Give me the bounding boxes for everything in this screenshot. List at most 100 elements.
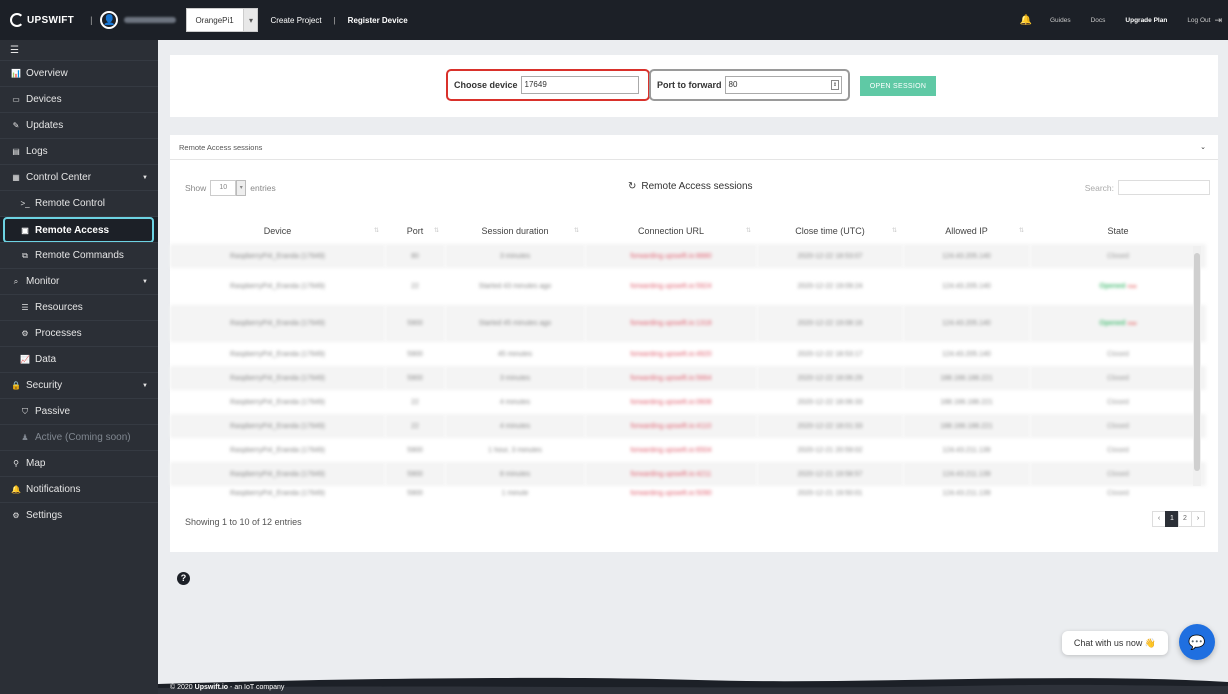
table-row[interactable]: RaspberryPi4_Eranda (17649) 5900 Started 4… — [170, 305, 1206, 342]
choose-device-field: Choose device 17649 — [446, 69, 650, 101]
sidebar-item-resources[interactable]: ☰ Resources — [0, 294, 158, 320]
page-button[interactable]: 1 — [1165, 511, 1179, 527]
cell-ip: 124.43.205.140 — [942, 350, 991, 358]
column-header[interactable]: Connection URL ⇅ — [585, 218, 757, 244]
table-row[interactable]: RaspberryPi4_Eranda (17649) 22 4 minutes fo… — [170, 414, 1206, 438]
sort-icon[interactable]: ⇅ — [1019, 227, 1024, 234]
user-icon[interactable]: 👤 — [100, 11, 119, 29]
sidebar-item-label: Resources — [35, 302, 83, 313]
table-row[interactable]: RaspberryPi4_Eranda (17649) 5900 3 minutes… — [170, 366, 1206, 390]
sidebar-item-remote-commands[interactable]: ⧉ Remote Commands — [0, 242, 158, 268]
create-project-link[interactable]: Create Project — [270, 16, 321, 25]
choose-device-input[interactable]: 17649 — [520, 76, 639, 94]
port-input[interactable]: 80 ⇕ — [724, 76, 842, 94]
chevron-down-icon[interactable]: ⌄ — [1200, 143, 1206, 151]
sidebar-item-passive[interactable]: ⛉ Passive — [0, 398, 158, 424]
refresh-sessions[interactable]: ↻ Remote Access sessions — [628, 181, 753, 192]
project-select[interactable]: OrangePi1 ▾ — [186, 8, 259, 32]
cell-url[interactable]: forwarding.upswift.io:5664 — [585, 366, 757, 390]
cell-url[interactable]: forwarding.upswift.io:4920 — [585, 342, 757, 366]
cell-url[interactable]: forwarding.upswift.io:4211 — [585, 462, 757, 486]
sort-icon[interactable]: ⇅ — [746, 227, 751, 234]
table-row[interactable]: RaspberryPi4_Eranda (17649) 22 4 minutes fo… — [170, 390, 1206, 414]
sort-icon[interactable]: ⇅ — [374, 227, 379, 234]
page-size-select[interactable]: 10 ▾ — [210, 180, 247, 196]
page-button[interactable]: 2 — [1178, 511, 1192, 527]
cell-url[interactable]: forwarding.upswift.io:6504 — [585, 438, 757, 462]
refresh-icon[interactable]: ↻ — [628, 181, 636, 192]
bell-icon[interactable]: 🔔 — [1020, 15, 1032, 26]
cell-state: Opened now — [1030, 268, 1206, 305]
help-icon[interactable]: ? — [177, 572, 190, 585]
sidebar-item-updates[interactable]: ✎ Updates — [0, 112, 158, 138]
cell-url[interactable]: forwarding.upswift.io:0608 — [585, 390, 757, 414]
column-header[interactable]: Device ⇅ — [170, 218, 385, 244]
sidebar-item-monitor[interactable]: ⌕ Monitor ▼ — [0, 268, 158, 294]
open-session-button[interactable]: OPEN SESSION — [860, 76, 936, 96]
sidebar-item-notifications[interactable]: 🔔 Notifications — [0, 476, 158, 502]
session-form-panel: Choose device 17649 Port to forward 80 ⇕ … — [170, 55, 1218, 117]
upswift-logo[interactable]: UPSWIFT — [10, 13, 74, 27]
page-size-control: Show 10 ▾ entries — [185, 180, 276, 196]
sidebar-item-logs[interactable]: ▤ Logs — [0, 138, 158, 164]
register-device-link[interactable]: Register Device — [348, 16, 408, 25]
cell-url[interactable]: forwarding.upswift.io:5924 — [585, 268, 757, 305]
sidebar-item-active: ♟ Active (Coming soon) — [0, 424, 158, 450]
upgrade-plan-link[interactable]: Upgrade Plan — [1125, 17, 1167, 24]
chat-prompt[interactable]: Chat with us now 👋 — [1062, 631, 1168, 655]
table-row[interactable]: RaspberryPi4_Eranda (17649) 5900 1 minute f… — [170, 486, 1206, 500]
spinner-icon[interactable]: ⇕ — [831, 80, 839, 90]
sidebar-item-control-center[interactable]: ▦ Control Center ▼ — [0, 164, 158, 190]
project-select-value: OrangePi1 — [186, 8, 245, 32]
edit-icon: ✎ — [12, 121, 20, 130]
sidebar-item-processes[interactable]: ⚙ Processes — [0, 320, 158, 346]
logout-link[interactable]: Log Out — [1187, 17, 1210, 24]
table-row[interactable]: RaspberryPi4_Eranda (17649) 5900 8 minutes… — [170, 462, 1206, 486]
chat-icon[interactable]: 💬 — [1179, 624, 1215, 660]
page-button[interactable]: › — [1191, 511, 1205, 527]
cell-state: Closed — [1030, 390, 1206, 414]
column-header[interactable]: Port ⇅ — [385, 218, 445, 244]
sidebar-item-devices[interactable]: ▭ Devices — [0, 86, 158, 112]
hamburger-menu-icon[interactable]: ☰ — [0, 40, 158, 60]
sort-icon[interactable]: ⇅ — [892, 227, 897, 234]
column-header[interactable]: Session duration ⇅ — [445, 218, 585, 244]
sidebar-item-map[interactable]: ⚲ Map — [0, 450, 158, 476]
cell-duration: 45 minutes — [497, 350, 533, 358]
table-row[interactable]: RaspberryPi4_Eranda (17649) 5900 1 hour, 3… — [170, 438, 1206, 462]
guides-link[interactable]: Guides — [1050, 17, 1071, 24]
cell-ip: 124.43.205.140 — [903, 244, 1030, 268]
sessions-panel-header[interactable]: Remote Access sessions ⌄ — [170, 135, 1218, 160]
cell-url[interactable]: forwarding.upswift.io:4110 — [585, 414, 757, 438]
cell-duration: 3 minutes — [445, 244, 585, 268]
caret-down-icon: ▼ — [142, 174, 148, 181]
sidebar-item-remote-access[interactable]: ▣ Remote Access — [0, 216, 158, 243]
column-header[interactable]: State — [1030, 218, 1206, 244]
cell-url[interactable]: forwarding.upswift.io:8880 — [585, 244, 757, 268]
column-header[interactable]: Allowed IP ⇅ — [903, 218, 1030, 244]
table-row[interactable]: RaspberryPi4_Eranda (17649) 5900 45 minute… — [170, 342, 1206, 366]
sidebar-item-security[interactable]: 🔒 Security ▼ — [0, 372, 158, 398]
docs-link[interactable]: Docs — [1091, 17, 1106, 24]
sidebar-item-overview[interactable]: 📊 Overview — [0, 60, 158, 86]
table-row[interactable]: RaspberryPi4_Eranda (17649) 80 3 minutes fo… — [170, 244, 1206, 268]
sidebar-item-data[interactable]: 📈 Data — [0, 346, 158, 372]
table-row[interactable]: RaspberryPi4_Eranda (17649) 22 Started 43 … — [170, 268, 1206, 305]
sidebar-item-label: Settings — [26, 510, 63, 521]
sidebar-item-settings[interactable]: ⚙ Settings — [0, 502, 158, 528]
search-input[interactable] — [1118, 180, 1210, 195]
sort-icon[interactable]: ⇅ — [434, 227, 439, 234]
footer-brand[interactable]: Upswift.io — [195, 684, 228, 691]
state-tag: now — [1127, 284, 1137, 290]
page-button[interactable]: ‹ — [1152, 511, 1166, 527]
logout-icon[interactable]: ⇥ — [1214, 15, 1222, 26]
sort-icon[interactable]: ⇅ — [574, 227, 579, 234]
cell-close: 2020-12-21 20:59:02 — [797, 446, 863, 454]
cell-url[interactable]: forwarding.upswift.io:1318 — [585, 305, 757, 342]
column-header[interactable]: Close time (UTC) ⇅ — [757, 218, 903, 244]
caret-down-icon: ▼ — [142, 382, 148, 389]
cell-device: RaspberryPi4_Eranda (17649) — [230, 489, 325, 497]
sidebar-item-remote-control[interactable]: >_ Remote Control — [0, 190, 158, 216]
cell-url[interactable]: forwarding.upswift.io:5090 — [585, 486, 757, 500]
table-scroll-thumb[interactable] — [1194, 253, 1200, 471]
